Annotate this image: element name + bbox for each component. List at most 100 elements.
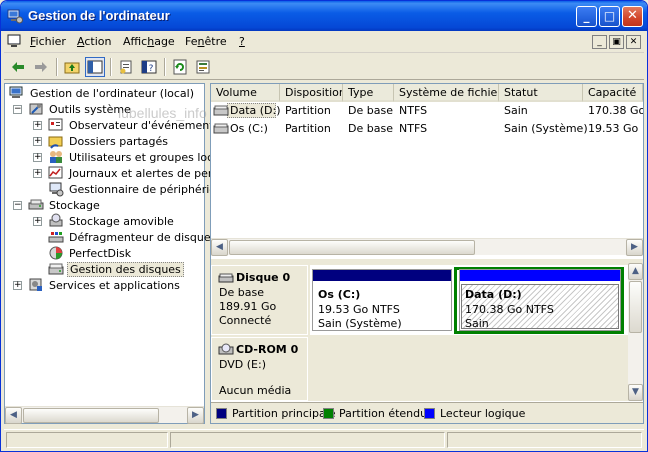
scroll-left-button[interactable]: ◀ [211, 239, 228, 256]
scroll-left-button[interactable]: ◀ [5, 407, 22, 424]
partition-data-d-title: Data (D:) [465, 288, 522, 301]
tree-item-stockage[interactable]: Stockage [28, 197, 102, 213]
mdi-minimize-button[interactable]: _ [592, 35, 607, 49]
forward-arrow-icon [35, 62, 47, 72]
menu-affichage[interactable]: Affichage [123, 35, 175, 48]
close-button[interactable]: ✕ [622, 6, 643, 27]
legend-label: Partition principale [232, 407, 336, 420]
partition-data-d[interactable]: Data (D:) 170.38 Go NTFS Sain [459, 269, 621, 331]
column-header-type[interactable]: Type [343, 84, 394, 102]
details-pane: Volume Disposition Type Système de fichi… [210, 83, 644, 424]
defragmenter-icon [48, 232, 64, 243]
window-title: Gestion de l'ordinateur [28, 8, 170, 23]
tree-item-utilisateurs[interactable]: Utilisateurs et groupes locaux [48, 149, 235, 165]
tree-item-perfectdisk[interactable]: PerfectDisk [48, 245, 133, 261]
volume-list: Volume Disposition Type Système de fichi… [211, 84, 643, 259]
services-icon [29, 278, 42, 291]
logical-drive-bar [460, 270, 620, 281]
scroll-right-button[interactable]: ▶ [626, 239, 643, 256]
up-one-level-button[interactable] [62, 57, 82, 77]
scrollbar-thumb[interactable] [23, 408, 159, 423]
storage-icon [28, 199, 44, 210]
scroll-down-button[interactable]: ▼ [628, 384, 643, 401]
table-row[interactable]: Data (D:) Partition De base NTFS Sain 17… [211, 103, 643, 119]
partition-os-c[interactable]: Os (C:) 19.53 Go NTFS Sain (Système) [312, 269, 452, 331]
tree-item-computer-management[interactable]: Gestion de l'ordinateur (local) [9, 85, 196, 101]
scroll-right-button[interactable]: ▶ [187, 407, 204, 424]
disk-view-vertical-scrollbar[interactable]: ▲ ▼ [628, 263, 643, 401]
scroll-up-button[interactable]: ▲ [628, 263, 643, 280]
column-header-statut[interactable]: Statut [499, 84, 583, 102]
scrollbar-thumb[interactable] [229, 240, 475, 255]
expand-services-toggle[interactable]: + [13, 281, 22, 290]
menu-fichier-label: ichier [35, 35, 66, 48]
cdrom-drive-icon [218, 343, 234, 355]
tree-item-outils-systeme[interactable]: Outils système [28, 101, 133, 117]
partition-os-c-title: Os (C:) [318, 288, 361, 301]
table-row[interactable]: Os (C:) Partition De base NTFS Sain (Sys… [211, 121, 643, 137]
back-button[interactable] [8, 57, 28, 77]
status-cell-3 [447, 432, 642, 448]
cdrom-0-label[interactable]: CD-ROM 0 DVD (E:) Aucun média [211, 337, 308, 401]
cell-type: De base [348, 122, 393, 135]
show-hide-tree-button[interactable] [85, 57, 105, 77]
expand-utilisateurs-toggle[interactable]: + [33, 153, 42, 162]
disk-management-icon [48, 263, 64, 275]
menu-help[interactable]: ? [239, 35, 245, 48]
tree-item-observateur[interactable]: Observateur d'événements [48, 117, 221, 133]
cell-capacity: 19.53 Go [588, 122, 639, 135]
expand-observateur-toggle[interactable]: + [33, 121, 42, 130]
disk-graphical-view: Disque 0 De base 189.91 Go Connecté Os (… [211, 263, 643, 401]
legend-logical-drive: Lecteur logique [424, 407, 525, 420]
computer-management-icon [7, 9, 23, 24]
mdi-restore-button[interactable]: ▣ [609, 35, 624, 49]
toolbar-separator [56, 58, 58, 76]
menu-help-label: ? [239, 35, 245, 48]
expand-stockage-amovible-toggle[interactable]: + [33, 217, 42, 226]
cdrom-0-media: Aucun média [219, 384, 292, 397]
title-bar[interactable]: Gestion de l'ordinateur _ □ ✕ [1, 1, 647, 31]
column-header-systeme-fichiers[interactable]: Système de fichiers [394, 84, 499, 102]
column-header-volume[interactable]: Volume [211, 84, 280, 102]
scrollbar-thumb[interactable] [629, 281, 642, 333]
cell-status: Sain (Système) [504, 122, 588, 135]
expand-journaux-toggle[interactable]: + [33, 169, 42, 178]
device-manager-icon [49, 182, 64, 197]
tree-item-label: Observateur d'événements [69, 118, 220, 132]
tree-item-label: Stockage [49, 198, 100, 212]
menu-fichier[interactable]: Fichier [30, 35, 66, 48]
properties-button[interactable] [116, 57, 136, 77]
menu-action-label: ction [84, 35, 112, 48]
minimize-button[interactable]: _ [576, 6, 597, 27]
refresh-button[interactable] [170, 57, 190, 77]
list-horizontal-scrollbar[interactable]: ◀ ▶ [211, 238, 643, 256]
forward-button[interactable] [31, 57, 51, 77]
column-header-disposition[interactable]: Disposition [280, 84, 343, 102]
menu-action[interactable]: Action [77, 35, 111, 48]
mdi-close-button[interactable]: ✕ [626, 35, 641, 49]
disk-0-label[interactable]: Disque 0 De base 189.91 Go Connecté [211, 265, 308, 335]
tree-item-defragmenteur[interactable]: Défragmenteur de disque [48, 229, 213, 245]
toolbar-separator [164, 58, 166, 76]
maximize-button[interactable]: □ [599, 6, 620, 27]
refresh-icon [173, 59, 187, 75]
tree-item-gestion-des-disques[interactable]: Gestion des disques [48, 261, 184, 277]
column-header-capacite[interactable]: Capacité [583, 84, 643, 102]
collapse-stockage-toggle[interactable]: − [13, 201, 22, 210]
export-list-button[interactable] [193, 57, 213, 77]
mmc-document-icon[interactable] [7, 34, 23, 49]
tree-item-services[interactable]: Services et applications [28, 277, 182, 293]
help-icon: ? [141, 60, 157, 74]
tree-horizontal-scrollbar[interactable]: ◀ ▶ [5, 406, 204, 424]
tree-item-dossiers-partages[interactable]: Dossiers partagés [48, 133, 170, 149]
menu-fenetre[interactable]: Fenêtre [185, 35, 227, 48]
tree-item-stockage-amovible[interactable]: Stockage amovible [48, 213, 176, 229]
expand-dossiers-toggle[interactable]: + [33, 137, 42, 146]
cell-status: Sain [504, 104, 528, 117]
collapse-outils-systeme-toggle[interactable]: − [13, 105, 22, 114]
shared-folder-icon [48, 136, 63, 149]
help-button[interactable]: ? [139, 57, 159, 77]
cell-disposition: Partition [285, 122, 331, 135]
partition-data-d-status: Sain [465, 317, 489, 330]
console-tree: Gestion de l'ordinateur (local) − Outils… [4, 83, 265, 424]
